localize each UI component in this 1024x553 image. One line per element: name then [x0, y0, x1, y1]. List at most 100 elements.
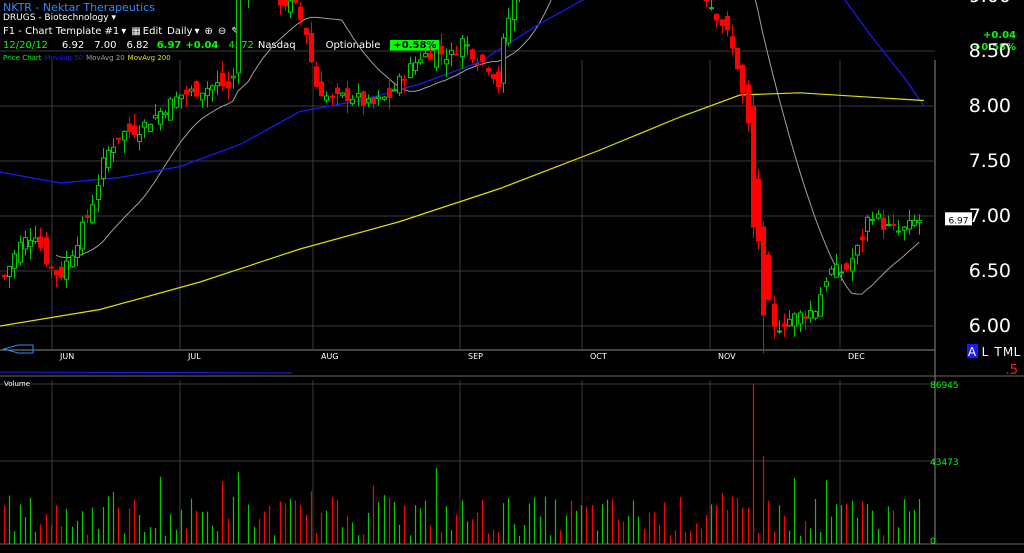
- candle-body: [808, 310, 813, 319]
- candle-body: [818, 294, 823, 317]
- month-label: DEC: [848, 352, 865, 361]
- price-tick-label: 6.50: [969, 260, 1011, 282]
- candle-body: [215, 82, 220, 87]
- candle-body: [194, 81, 199, 97]
- candle-body: [408, 63, 413, 79]
- legend-price[interactable]: Price Chart: [3, 54, 42, 62]
- candle-body: [127, 123, 132, 133]
- candle-body: [792, 313, 797, 327]
- dropdown-icon[interactable]: ▾: [194, 26, 199, 37]
- candle-body: [345, 88, 350, 102]
- candle-body: [855, 244, 860, 256]
- candle-body: [366, 98, 371, 104]
- legend-ma200[interactable]: MovAvg 200: [128, 54, 171, 62]
- ma200-line: [0, 92, 925, 327]
- period-selector[interactable]: Daily ▾: [167, 26, 199, 37]
- candle-body: [153, 114, 158, 119]
- candle-body: [444, 58, 449, 65]
- candle-body: [740, 64, 745, 93]
- candle-body: [28, 239, 33, 248]
- dropdown-icon[interactable]: ▾: [121, 26, 126, 37]
- candle-body: [142, 121, 147, 128]
- scale-button: T: [993, 345, 1002, 359]
- candle-body: [23, 237, 28, 250]
- dropdown-icon[interactable]: ▾: [111, 13, 116, 23]
- price-volume-chart[interactable]: 10.5010.009.509.008.508.007.507.006.506.…: [0, 0, 1024, 553]
- candle-body: [49, 266, 54, 269]
- candle-body: [132, 125, 137, 136]
- last-price-tag: [945, 212, 972, 226]
- candle-body: [886, 224, 891, 227]
- volume-bars: [3, 384, 921, 544]
- candle-body: [387, 88, 392, 98]
- volume-tick-label: 86945: [930, 381, 959, 391]
- candle-body: [907, 219, 912, 230]
- pct-change-badge: +0.58%: [390, 40, 440, 51]
- candle-body: [226, 81, 231, 89]
- candle-body: [813, 311, 818, 319]
- chart-grid: [0, 50, 1024, 545]
- candle-body: [902, 226, 907, 231]
- candle-body: [766, 254, 771, 301]
- quote-high: 7.00: [94, 40, 117, 51]
- candle-body: [751, 105, 756, 228]
- candle-body: [90, 204, 95, 224]
- candle-body: [168, 98, 173, 121]
- candle-body: [111, 146, 116, 153]
- volume-tick-label: 43473: [930, 458, 959, 468]
- zoom-out-icon[interactable]: ⊖: [218, 26, 226, 37]
- candle-body: [70, 255, 75, 268]
- candle-body: [7, 266, 12, 278]
- candle-body: [896, 230, 901, 233]
- candle-body: [371, 96, 376, 104]
- quote-exchange: Nasdaq: [257, 40, 296, 51]
- candle-body: [860, 236, 865, 241]
- legend-ma20[interactable]: MovAvg 20: [86, 54, 125, 62]
- candle-body: [756, 178, 761, 242]
- candle-body: [38, 236, 43, 248]
- candle-body: [402, 78, 407, 81]
- price-tick-label: 7.00: [969, 205, 1011, 227]
- candle-body: [486, 68, 491, 72]
- candle-body: [413, 62, 418, 72]
- pencil-icon[interactable]: ✎: [231, 26, 239, 37]
- month-label: JUL: [187, 352, 201, 361]
- zoom-in-icon[interactable]: ⊕: [205, 26, 213, 37]
- candle-body: [324, 95, 329, 101]
- chart-header: NKTR - Nektar Therapeutics DRUGS - Biote…: [0, 0, 1024, 56]
- optionable-label: Optionable: [325, 40, 381, 51]
- candle-body: [122, 130, 127, 141]
- indicator-legend: Price Chart MovAvg 50 MovAvg 20 MovAvg 2…: [3, 54, 171, 62]
- candle-body: [54, 269, 59, 276]
- candle-body: [746, 84, 751, 124]
- scale-button: L: [1014, 345, 1021, 359]
- candle-body: [44, 237, 49, 265]
- scale-button-bg: [967, 344, 978, 358]
- candle-body: [392, 89, 397, 92]
- quote-date: 12/20/12: [3, 40, 48, 51]
- candle-body: [829, 268, 834, 275]
- candle-body: [189, 88, 194, 92]
- month-label: JUN: [59, 352, 74, 361]
- legend-ma50[interactable]: MovAvg 50: [45, 54, 84, 62]
- candle-body: [116, 137, 121, 140]
- template-selector[interactable]: F1 - Chart Template #1 ▾: [3, 26, 126, 37]
- price-tick-label: 6.00: [969, 315, 1011, 337]
- edit-button[interactable]: ▦ Edit: [131, 26, 162, 37]
- candle-body: [319, 81, 324, 97]
- candle-body: [839, 271, 844, 274]
- candle-body: [148, 123, 153, 132]
- candle-body: [330, 95, 335, 98]
- sector-label[interactable]: DRUGS - Biotechnology ▾: [3, 13, 116, 23]
- candle-body: [418, 59, 423, 63]
- candle-body: [475, 63, 480, 66]
- candle-body: [881, 217, 886, 230]
- candle-body: [834, 264, 839, 278]
- volume-tick-label: 0: [930, 537, 936, 547]
- scale-button: A: [968, 345, 977, 359]
- last-price-text: 6.97: [948, 216, 968, 226]
- candle-body: [787, 318, 792, 327]
- candle-body: [231, 75, 236, 79]
- candle-body: [782, 323, 787, 327]
- month-label: NOV: [718, 352, 736, 361]
